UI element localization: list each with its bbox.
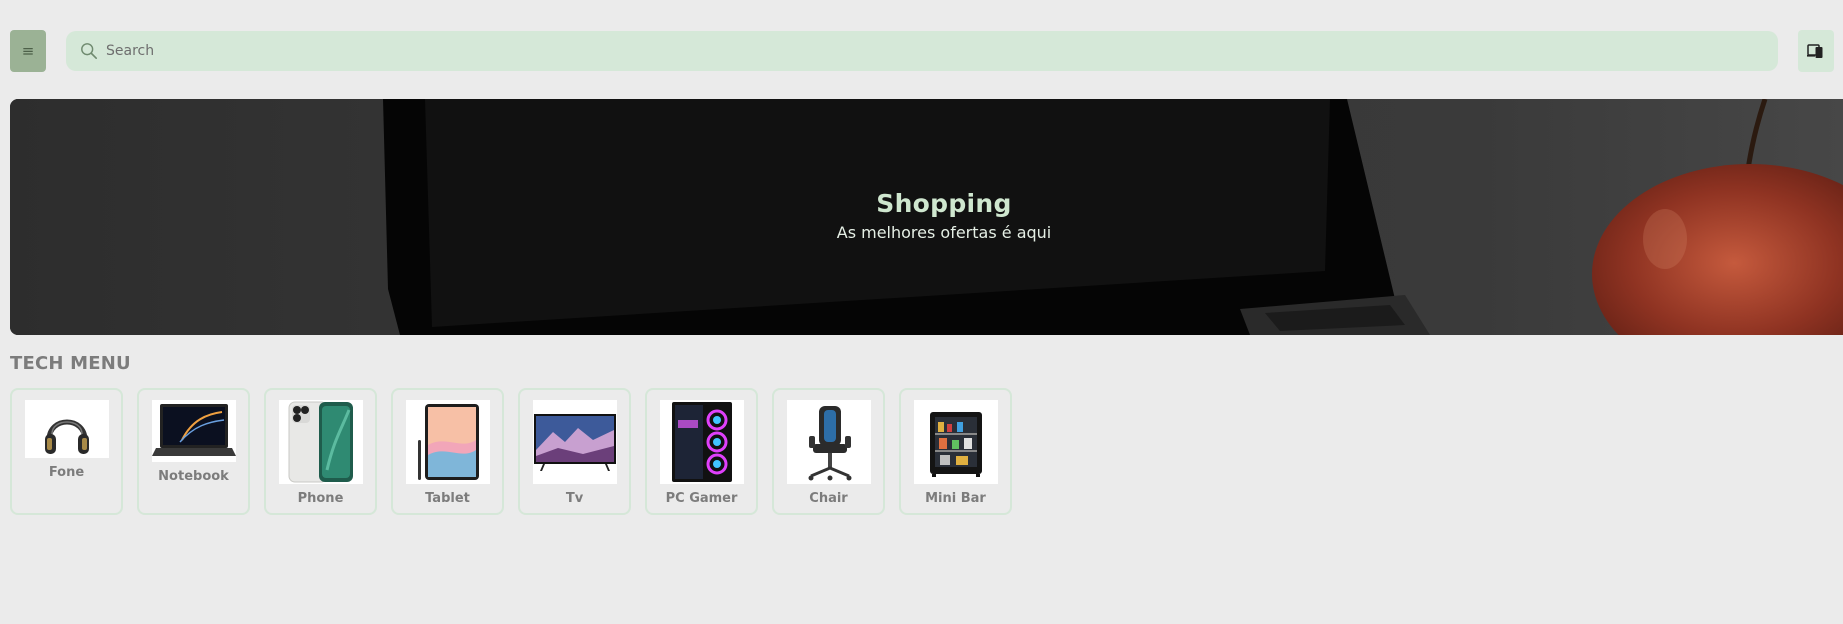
laptop-image	[151, 400, 236, 462]
headphones-image	[24, 400, 109, 458]
category-label: PC Gamer	[665, 491, 738, 506]
hero-title: Shopping	[876, 189, 1012, 218]
category-label: Phone	[297, 491, 344, 506]
hero-text: Shopping As melhores ofertas é aqui	[10, 189, 1843, 242]
tv-image	[532, 400, 617, 484]
category-card-fone[interactable]: Fone	[10, 388, 123, 515]
menu-button[interactable]: ≡	[10, 30, 46, 72]
category-card-tablet[interactable]: Tablet	[391, 388, 504, 515]
category-card-phone[interactable]: Phone	[264, 388, 377, 515]
category-label: Notebook	[158, 469, 229, 484]
section-title: TECH MENU	[10, 353, 131, 374]
category-card-chair[interactable]: Chair	[772, 388, 885, 515]
category-label: Fone	[48, 465, 85, 480]
category-label: Tv	[565, 491, 584, 506]
category-card-notebook[interactable]: Notebook	[137, 388, 250, 515]
hamburger-icon: ≡	[21, 42, 35, 60]
category-label: Mini Bar	[925, 491, 986, 506]
category-list: Fone Notebook Phone Tablet Tv PC Gamer C…	[10, 388, 1012, 515]
devices-icon	[1807, 44, 1823, 58]
devices-button[interactable]	[1798, 30, 1834, 72]
category-card-tv[interactable]: Tv	[518, 388, 631, 515]
search-icon	[81, 43, 98, 60]
search-input[interactable]	[106, 36, 1766, 66]
category-label: Chair	[809, 491, 848, 506]
hero-banner: Shopping As melhores ofertas é aqui	[10, 99, 1843, 335]
category-label: Tablet	[425, 491, 470, 506]
category-card-pc-gamer[interactable]: PC Gamer	[645, 388, 758, 515]
category-card-mini-bar[interactable]: Mini Bar	[899, 388, 1012, 515]
search-bar[interactable]	[66, 31, 1778, 71]
smartphone-image	[278, 400, 363, 484]
gaming-pc-image	[659, 400, 744, 484]
tablet-image	[405, 400, 490, 484]
hero-subtitle: As melhores ofertas é aqui	[836, 223, 1052, 242]
mini-fridge-image	[913, 400, 998, 484]
gaming-chair-image	[786, 400, 871, 484]
top-bar: ≡	[0, 0, 1843, 100]
